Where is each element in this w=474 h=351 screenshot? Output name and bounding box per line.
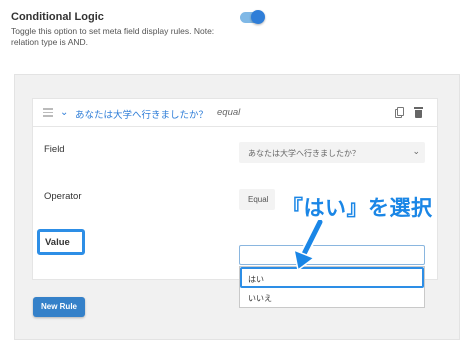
chevron-down-icon[interactable]: ⌄ xyxy=(60,107,68,118)
rule-operator: equal xyxy=(217,107,241,118)
conditional-logic-section: Conditional Logic Toggle this option to … xyxy=(0,0,474,64)
conditional-logic-toggle[interactable] xyxy=(240,10,265,24)
section-title: Conditional Logic xyxy=(11,11,104,23)
field-select[interactable]: あなたは大学へ行きましたか？ ⌄ xyxy=(239,142,425,163)
annotation-callout: 『はい』を選択 xyxy=(282,197,433,220)
operator-select[interactable]: Equal xyxy=(239,189,275,210)
value-option-yes[interactable]: はい xyxy=(248,274,264,285)
drag-handle-icon[interactable] xyxy=(43,108,53,117)
value-label: Value xyxy=(45,237,70,248)
rule-name[interactable]: あなたは大学へ行きましたか？ xyxy=(75,107,208,121)
toggle-knob[interactable] xyxy=(251,10,265,24)
operator-select-value: Equal xyxy=(248,195,269,204)
annotation-arrow-icon xyxy=(292,220,325,272)
new-rule-button[interactable]: New Rule xyxy=(33,297,85,317)
rule-header[interactable]: ⌄ あなたは大学へ行きましたか？ equal xyxy=(33,99,437,127)
chevron-down-icon: ⌄ xyxy=(412,146,420,156)
copy-icon[interactable] xyxy=(395,107,404,118)
trash-icon[interactable] xyxy=(414,106,423,118)
value-select[interactable] xyxy=(239,245,425,265)
operator-label: Operator xyxy=(44,191,82,202)
option-highlight-box xyxy=(240,267,424,288)
field-label: Field xyxy=(44,144,65,155)
value-option-no[interactable]: いいえ xyxy=(248,293,272,304)
field-select-value: あなたは大学へ行きましたか？ xyxy=(248,149,360,158)
section-description: Toggle this option to set meta field dis… xyxy=(11,26,215,47)
